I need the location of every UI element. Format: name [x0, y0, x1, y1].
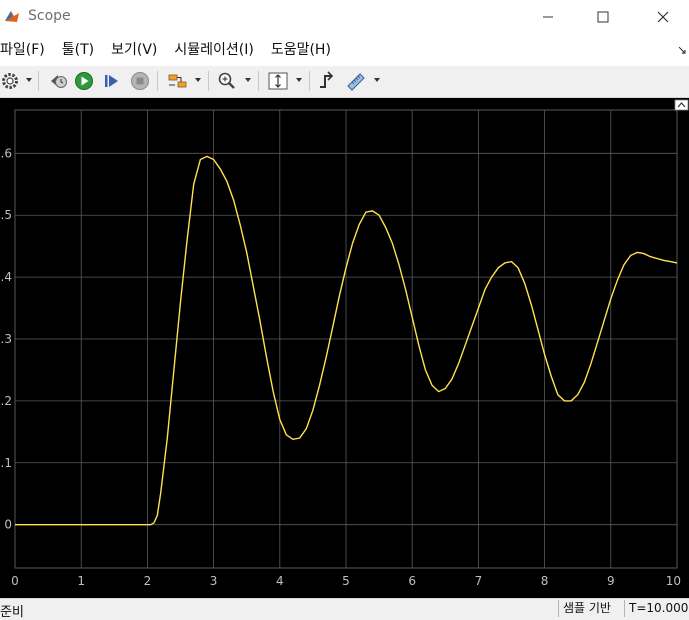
plot-background [0, 98, 689, 598]
status-sample-based: 샘플 기반 [558, 600, 615, 617]
minimize-icon [543, 16, 553, 18]
highlight-button[interactable] [166, 70, 190, 92]
y-tick-label: 0.2 [0, 394, 12, 408]
x-tick-label: 6 [408, 574, 416, 588]
status-time: T=10.000 [624, 600, 689, 617]
x-tick-label: 3 [210, 574, 218, 588]
minimize-button[interactable] [525, 0, 571, 34]
measurements-icon [347, 73, 365, 91]
run-icon [75, 72, 93, 90]
measurements-dropdown-arrow-icon[interactable] [374, 78, 380, 82]
settings-dropdown-arrow-icon[interactable] [26, 78, 32, 82]
maximize-button[interactable] [580, 0, 626, 34]
undock-arrow-icon[interactable]: ↘ [677, 43, 687, 57]
step-forward-button[interactable] [101, 70, 123, 92]
x-tick-label: 8 [541, 574, 549, 588]
zoom-icon [218, 72, 235, 89]
menu-help[interactable]: 도움말(H) [263, 34, 340, 66]
toolbar-separator [157, 71, 158, 91]
x-tick-label: 5 [342, 574, 350, 588]
menu-tools[interactable]: 툴(T) [54, 34, 103, 66]
x-tick-label: 0 [11, 574, 19, 588]
scale-dropdown-arrow-icon[interactable] [296, 78, 302, 82]
zoom-button[interactable] [216, 70, 238, 92]
y-tick-label: 0.3 [0, 332, 12, 346]
step-back-button[interactable] [47, 70, 69, 92]
restore-view-button[interactable] [674, 99, 689, 111]
close-button[interactable] [640, 0, 686, 34]
status-bar: 준비 샘플 기반 T=10.000 [0, 598, 689, 620]
highlight-icon [168, 74, 187, 88]
scope-plot: 0 0.1 0.2 0.3 0.4 0.5 0.6 0 1 2 3 4 5 6 7 8 9 10 [0, 98, 689, 598]
scale-axes-icon [268, 72, 288, 90]
toolbar [0, 66, 689, 98]
toolbar-separator [208, 71, 209, 91]
x-tick-label: 4 [276, 574, 284, 588]
menu-bar: 파일(F) 툴(T) 보기(V) 시뮬레이션(I) 도움말(H) ↘ [0, 34, 689, 66]
step-back-icon [51, 75, 67, 88]
stop-button[interactable] [129, 70, 151, 92]
status-ready: 준비 [0, 605, 24, 620]
maximize-icon [597, 11, 609, 23]
toolbar-separator [309, 71, 310, 91]
x-tick-label: 1 [77, 574, 85, 588]
toolbar-separator [258, 71, 259, 91]
window-title: Scope [28, 8, 71, 24]
x-tick-label: 9 [607, 574, 615, 588]
title-bar: Scope [0, 0, 689, 34]
run-button[interactable] [73, 70, 95, 92]
menu-file[interactable]: 파일(F) [0, 34, 54, 66]
toolbar-separator [38, 71, 39, 91]
y-tick-label: 0.4 [0, 270, 12, 284]
x-tick-label: 2 [144, 574, 152, 588]
y-tick-label: 0.1 [0, 456, 12, 470]
matlab-logo-icon [3, 7, 21, 25]
highlight-dropdown-arrow-icon[interactable] [195, 78, 201, 82]
y-tick-label: 0 [4, 518, 12, 532]
triggers-icon [320, 71, 334, 88]
y-tick-label: 0.5 [0, 208, 12, 222]
menu-simulation[interactable]: 시뮬레이션(I) [166, 34, 262, 66]
x-tick-label: 10 [666, 574, 681, 588]
stop-icon [131, 72, 149, 90]
settings-button[interactable] [0, 70, 20, 92]
triggers-button[interactable] [316, 70, 338, 92]
scope-display[interactable]: 0 0.1 0.2 0.3 0.4 0.5 0.6 0 1 2 3 4 5 6 7 8 9 10 [0, 98, 689, 598]
step-forward-icon [105, 75, 118, 87]
measurements-button[interactable] [344, 70, 368, 92]
gear-icon [2, 73, 18, 89]
y-tick-label: 0.6 [0, 146, 12, 160]
close-icon [657, 11, 669, 23]
zoom-dropdown-arrow-icon[interactable] [245, 78, 251, 82]
menu-view[interactable]: 보기(V) [103, 34, 166, 66]
scale-axes-button[interactable] [266, 70, 290, 92]
x-tick-label: 7 [475, 574, 483, 588]
